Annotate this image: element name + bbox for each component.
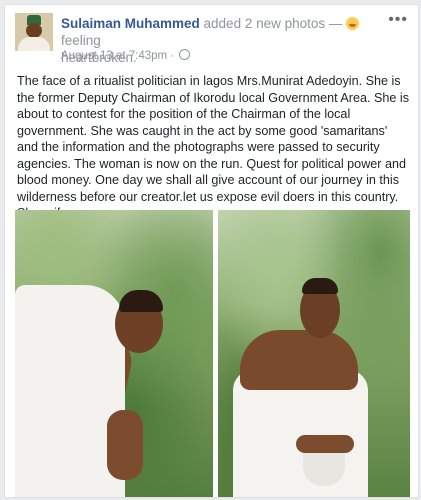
- post-meta: August 13 at 7:43pm ·: [61, 49, 191, 62]
- facebook-post: Sulaiman Muhammed added 2 new photos — f…: [4, 4, 419, 498]
- photo-grid: [15, 210, 410, 497]
- photo-2-bowl: [303, 448, 345, 486]
- meta-separator: ·: [167, 50, 178, 62]
- post-header: Sulaiman Muhammed added 2 new photos — f…: [5, 5, 418, 65]
- author-name-link[interactable]: Sulaiman Muhammed: [61, 16, 200, 31]
- post-action-text: added 2 new photos —: [199, 16, 347, 31]
- post-photo-1[interactable]: [15, 210, 213, 497]
- avatar-robe: [18, 37, 50, 51]
- post-timestamp-link[interactable]: August 13 at 7:43pm: [61, 50, 167, 62]
- photo-2-figure-hair: [302, 278, 338, 294]
- photo-1-figure-hand: [107, 410, 143, 480]
- photo-2-hands: [296, 435, 354, 453]
- post-photo-2[interactable]: [218, 210, 410, 497]
- heartbroken-emoji-icon: [346, 17, 360, 30]
- more-options-icon[interactable]: •••: [388, 11, 408, 29]
- photo-1-figure-hair: [119, 290, 163, 312]
- feeling-text: feeling: [61, 33, 101, 48]
- photo-2-figure-shoulders: [240, 330, 358, 390]
- globe-icon[interactable]: [179, 49, 191, 60]
- post-body-text: The face of a ritualist politician in la…: [17, 74, 409, 220]
- avatar-face: [26, 23, 42, 38]
- author-avatar[interactable]: [15, 13, 53, 51]
